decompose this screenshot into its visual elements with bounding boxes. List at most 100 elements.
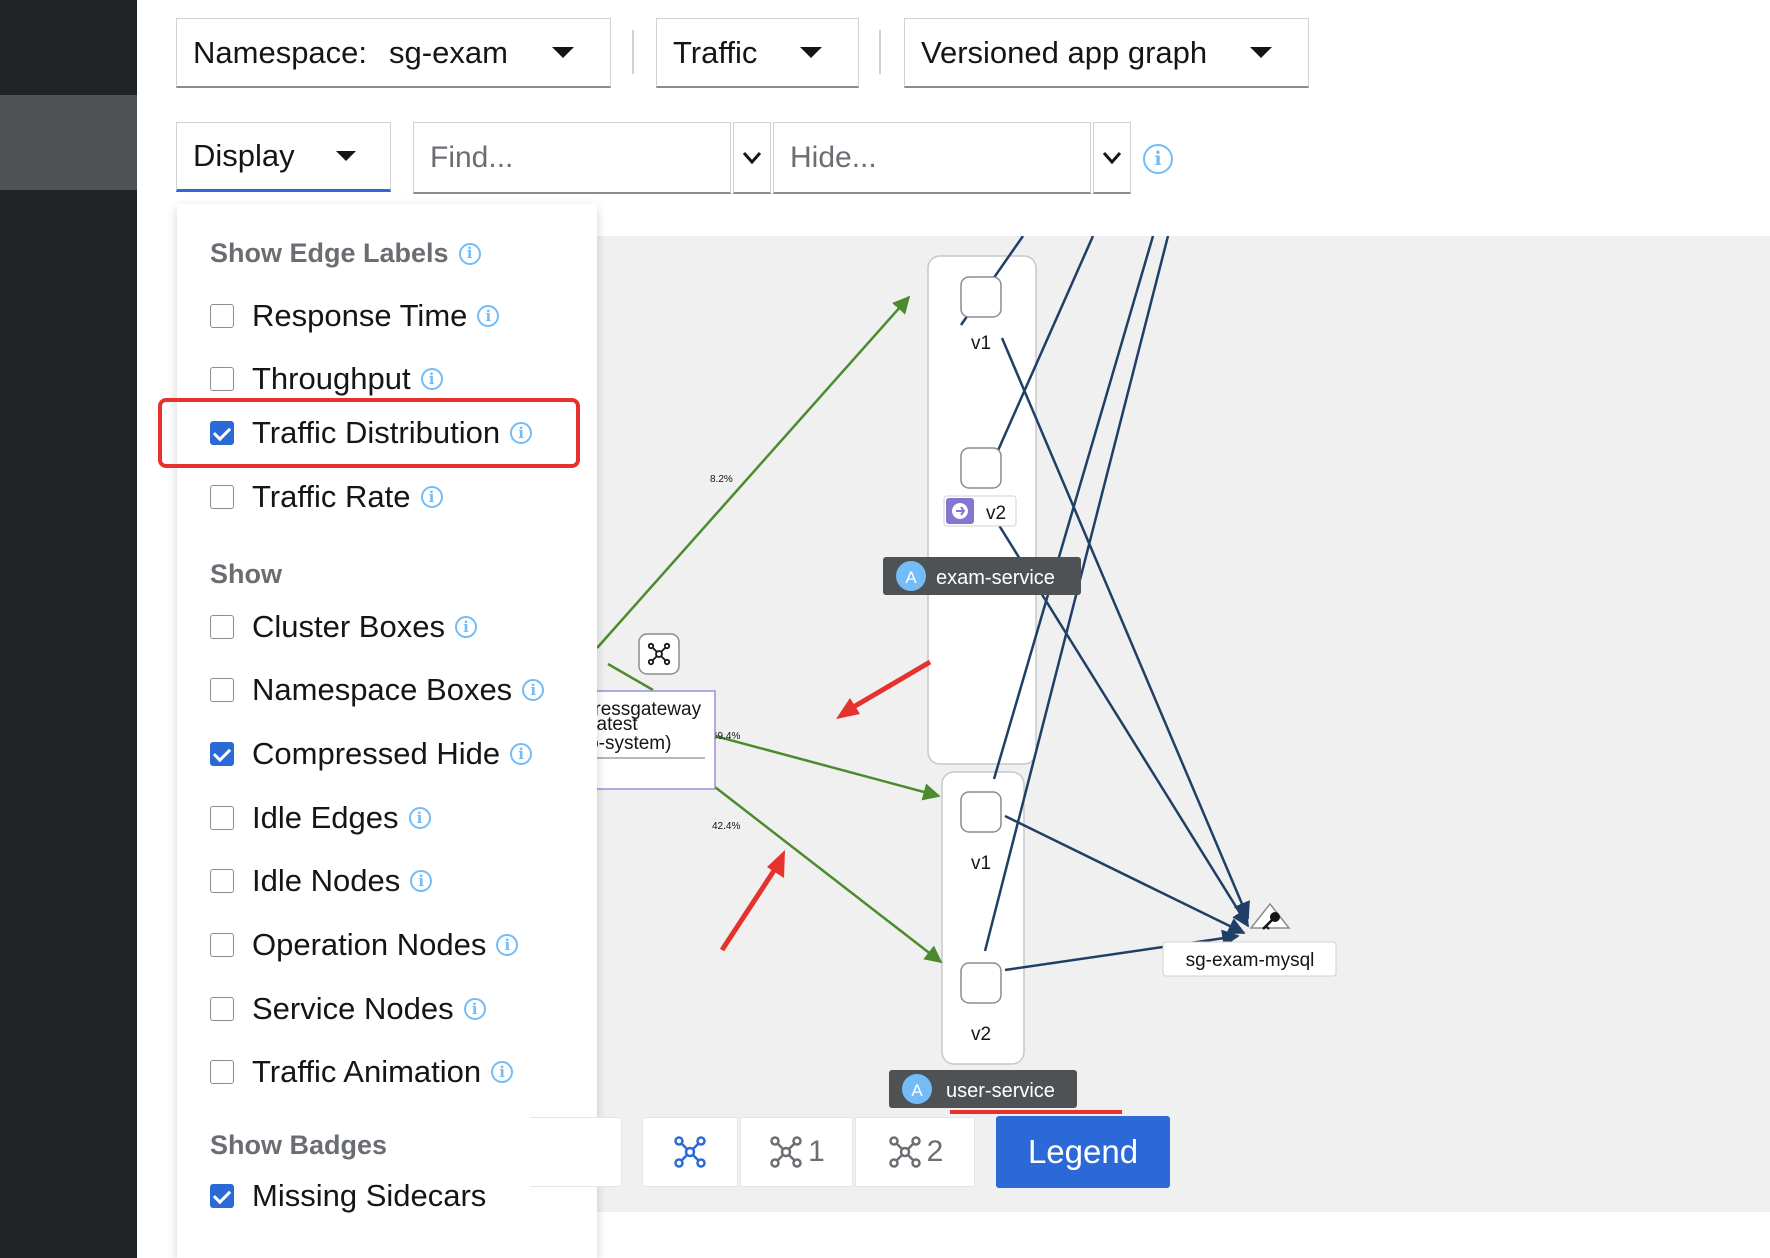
gateway-version: latest bbox=[592, 714, 638, 735]
checkbox-checked[interactable] bbox=[210, 1184, 234, 1208]
find-placeholder: Find... bbox=[430, 140, 514, 174]
user-v2-label: v2 bbox=[971, 1024, 991, 1045]
exam-v2-label: v2 bbox=[986, 503, 1006, 524]
checkbox[interactable] bbox=[210, 615, 234, 639]
option-idle-edges[interactable]: Idle Edges i bbox=[210, 800, 431, 836]
exam-v2-node[interactable] bbox=[960, 447, 1002, 489]
checkbox[interactable] bbox=[210, 304, 234, 328]
caret-down-icon bbox=[336, 151, 356, 161]
traffic-dropdown[interactable]: Traffic bbox=[656, 18, 859, 88]
nav-item-active[interactable] bbox=[0, 95, 137, 190]
section-show-badges-title: Show Badges bbox=[210, 1130, 388, 1160]
find-history-button[interactable] bbox=[733, 122, 771, 194]
legend-button[interactable]: Legend bbox=[996, 1116, 1170, 1188]
option-missing-sidecars[interactable]: Missing Sidecars bbox=[210, 1178, 486, 1214]
info-icon[interactable]: i bbox=[420, 486, 443, 508]
exam-v1-node[interactable] bbox=[960, 276, 1002, 318]
edge-gateway-to-user-v2[interactable] bbox=[701, 776, 943, 964]
option-compressed-hide[interactable]: Compressed Hide i bbox=[210, 736, 533, 772]
option-service-nodes[interactable]: Service Nodes i bbox=[210, 991, 486, 1027]
left-nav bbox=[0, 0, 137, 1258]
checkbox[interactable] bbox=[210, 933, 234, 957]
user-v1-node[interactable] bbox=[960, 791, 1002, 833]
mysql-node[interactable] bbox=[1249, 902, 1291, 929]
mysql-name: sg-exam-mysql bbox=[1186, 950, 1315, 971]
info-icon[interactable]: i bbox=[410, 870, 433, 892]
chevron-down-icon bbox=[1102, 151, 1122, 164]
edge-label-user-v2: 42.4% bbox=[712, 821, 740, 832]
section-edge-labels-title: Show Edge Labels i bbox=[210, 238, 481, 269]
display-options-menu: Show Edge Labels i Response Time i Throu… bbox=[158, 204, 597, 1258]
checkbox[interactable] bbox=[210, 997, 234, 1021]
layout-2-button[interactable]: 2 bbox=[855, 1117, 975, 1187]
checkbox-checked[interactable] bbox=[210, 742, 234, 766]
find-input[interactable]: Find... bbox=[413, 122, 731, 194]
legend-label: Legend bbox=[1027, 1133, 1139, 1170]
layout-default-button[interactable] bbox=[642, 1117, 738, 1187]
chevron-down-icon bbox=[742, 151, 762, 164]
option-traffic-animation[interactable]: Traffic Animation i bbox=[210, 1054, 514, 1090]
app-badge-letter: A bbox=[911, 1081, 923, 1100]
display-dropdown[interactable]: Display bbox=[176, 122, 391, 192]
info-icon[interactable]: i bbox=[522, 679, 545, 701]
edge-gateway-to-user-v1[interactable] bbox=[714, 734, 941, 801]
display-label: Display bbox=[193, 138, 295, 173]
traffic-label: Traffic bbox=[673, 34, 758, 70]
topology-icon bbox=[888, 1136, 921, 1168]
user-v1-label: v1 bbox=[971, 853, 991, 874]
edge-gateway-to-exam-v1[interactable] bbox=[596, 295, 911, 649]
info-icon[interactable]: i bbox=[496, 934, 519, 956]
toolbar-button-partial[interactable] bbox=[530, 1117, 622, 1187]
info-icon[interactable]: i bbox=[420, 368, 443, 390]
edge-label-exam-v1: 8.2% bbox=[710, 474, 733, 485]
option-throughput[interactable]: Throughput i bbox=[210, 361, 443, 397]
option-traffic-distribution[interactable]: Traffic Distribution i bbox=[210, 415, 533, 451]
option-idle-nodes[interactable]: Idle Nodes i bbox=[210, 863, 433, 899]
option-namespace-boxes[interactable]: Namespace Boxes i bbox=[210, 672, 545, 708]
option-traffic-rate[interactable]: Traffic Rate i bbox=[210, 479, 443, 515]
graph-type-label: Versioned app graph bbox=[921, 34, 1208, 70]
hide-history-button[interactable] bbox=[1093, 122, 1131, 194]
find-hide-info-icon[interactable]: i bbox=[1143, 144, 1173, 174]
layout-1-label: 1 bbox=[808, 1135, 825, 1168]
toolbar-divider bbox=[879, 30, 881, 74]
checkbox[interactable] bbox=[210, 678, 234, 702]
info-icon[interactable]: i bbox=[463, 998, 486, 1020]
option-operation-nodes[interactable]: Operation Nodes i bbox=[210, 927, 519, 963]
namespace-dropdown[interactable]: Namespace: sg-exam bbox=[176, 18, 611, 88]
checkbox-checked[interactable] bbox=[210, 421, 234, 445]
app-badge-letter: A bbox=[905, 568, 917, 587]
option-cluster-boxes[interactable]: Cluster Boxes i bbox=[210, 609, 477, 645]
info-icon[interactable]: i bbox=[458, 242, 481, 265]
edge-user-v1-to-mysql[interactable] bbox=[1004, 814, 1246, 935]
info-icon[interactable]: i bbox=[454, 616, 477, 638]
layout-1-button[interactable]: 1 bbox=[740, 1117, 853, 1187]
checkbox[interactable] bbox=[210, 806, 234, 830]
option-response-time[interactable]: Response Time i bbox=[210, 298, 500, 334]
info-icon[interactable]: i bbox=[510, 743, 533, 765]
hide-placeholder: Hide... bbox=[790, 140, 877, 174]
hide-input[interactable]: Hide... bbox=[773, 122, 1091, 194]
info-icon[interactable]: i bbox=[491, 1061, 514, 1083]
graph-canvas[interactable]: 8.2% 49.4% 42.4% v1 v2 A exam-service v1… bbox=[530, 236, 1770, 1212]
edge-label-user-v1: 49.4% bbox=[712, 731, 740, 742]
annotation-arrows bbox=[719, 659, 932, 952]
caret-down-icon bbox=[1250, 47, 1272, 58]
checkbox[interactable] bbox=[210, 485, 234, 509]
user-v2-node[interactable] bbox=[960, 962, 1002, 1004]
namespace-label: Namespace: bbox=[193, 34, 368, 70]
section-show-title: Show bbox=[210, 559, 282, 589]
caret-down-icon bbox=[800, 47, 822, 58]
topology-icon bbox=[674, 1136, 706, 1168]
layout-2-label: 2 bbox=[926, 1135, 944, 1168]
info-icon[interactable]: i bbox=[510, 422, 533, 444]
gateway-node[interactable] bbox=[638, 633, 680, 675]
user-service-name: user-service bbox=[946, 1080, 1055, 1102]
info-icon[interactable]: i bbox=[477, 305, 500, 327]
checkbox[interactable] bbox=[210, 1060, 234, 1084]
checkbox[interactable] bbox=[210, 367, 234, 391]
graph-type-dropdown[interactable]: Versioned app graph bbox=[904, 18, 1309, 88]
caret-down-icon bbox=[552, 47, 574, 58]
checkbox[interactable] bbox=[210, 869, 234, 893]
info-icon[interactable]: i bbox=[408, 807, 431, 829]
